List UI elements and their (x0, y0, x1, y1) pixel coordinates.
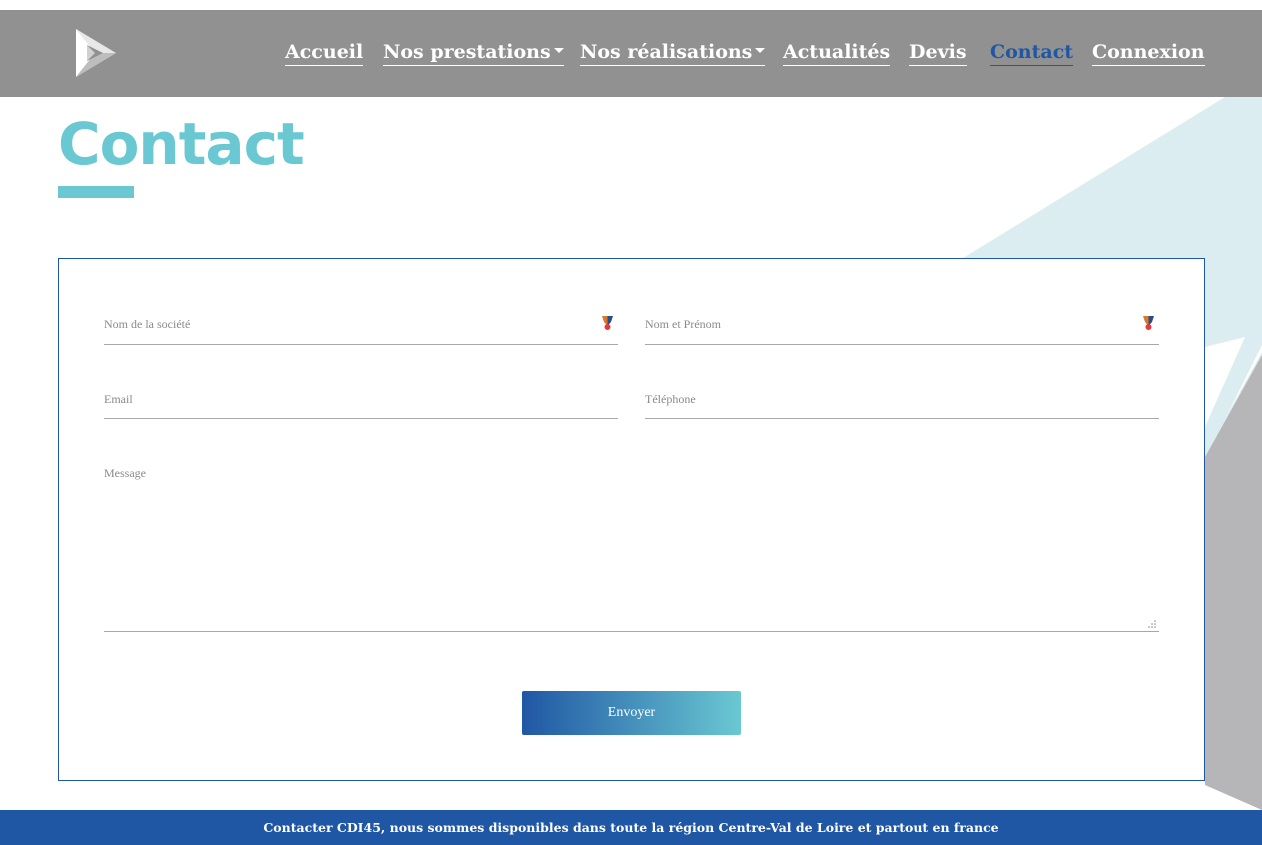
message-field[interactable]: Message (104, 459, 1159, 632)
nav-actualites-label: Actualités (783, 41, 891, 63)
page-title: Contact (58, 110, 305, 178)
email-field[interactable]: Email (104, 385, 618, 419)
name-field[interactable]: Nom et Prénom (645, 310, 1159, 345)
name-placeholder: Nom et Prénom (645, 317, 721, 331)
email-placeholder: Email (104, 392, 133, 406)
autofill-extension-icon[interactable] (601, 315, 614, 331)
nav-contact-label: Contact (990, 41, 1074, 63)
nav-connexion[interactable]: Connexion (1092, 40, 1205, 66)
nav-accueil-label: Accueil (285, 41, 364, 63)
nav-devis[interactable]: Devis (909, 40, 967, 66)
message-placeholder: Message (104, 466, 146, 480)
nav-contact[interactable]: Contact (990, 40, 1074, 66)
company-field[interactable]: Nom de la société (104, 310, 618, 345)
envoyer-button[interactable]: Envoyer (522, 691, 741, 735)
nav-devis-label: Devis (909, 41, 967, 63)
autofill-extension-icon[interactable] (1142, 315, 1155, 331)
title-underline (58, 186, 134, 198)
nav-nos-realisations[interactable]: Nos réalisations (580, 40, 766, 66)
resize-handle-icon[interactable] (1148, 620, 1156, 628)
nav-actualites[interactable]: Actualités (783, 40, 891, 66)
nav-nos-realisations-label: Nos réalisations (580, 41, 753, 63)
triangle-logo-icon (76, 29, 116, 77)
site-header: Accueil Nos prestations Nos réalisations… (0, 10, 1262, 97)
phone-placeholder: Téléphone (645, 392, 696, 406)
site-logo[interactable] (73, 27, 119, 79)
footer-banner: Contacter CDI45, nous sommes disponibles… (0, 810, 1262, 845)
top-strip (0, 0, 1262, 10)
nav-connexion-label: Connexion (1092, 41, 1205, 63)
caret-down-icon (553, 47, 564, 53)
company-placeholder: Nom de la société (104, 317, 191, 331)
nav-nos-prestations-label: Nos prestations (383, 41, 551, 63)
nav-accueil[interactable]: Accueil (285, 40, 364, 66)
nav-nos-prestations[interactable]: Nos prestations (383, 40, 564, 66)
phone-field[interactable]: Téléphone (645, 385, 1159, 419)
caret-down-icon (755, 47, 766, 53)
